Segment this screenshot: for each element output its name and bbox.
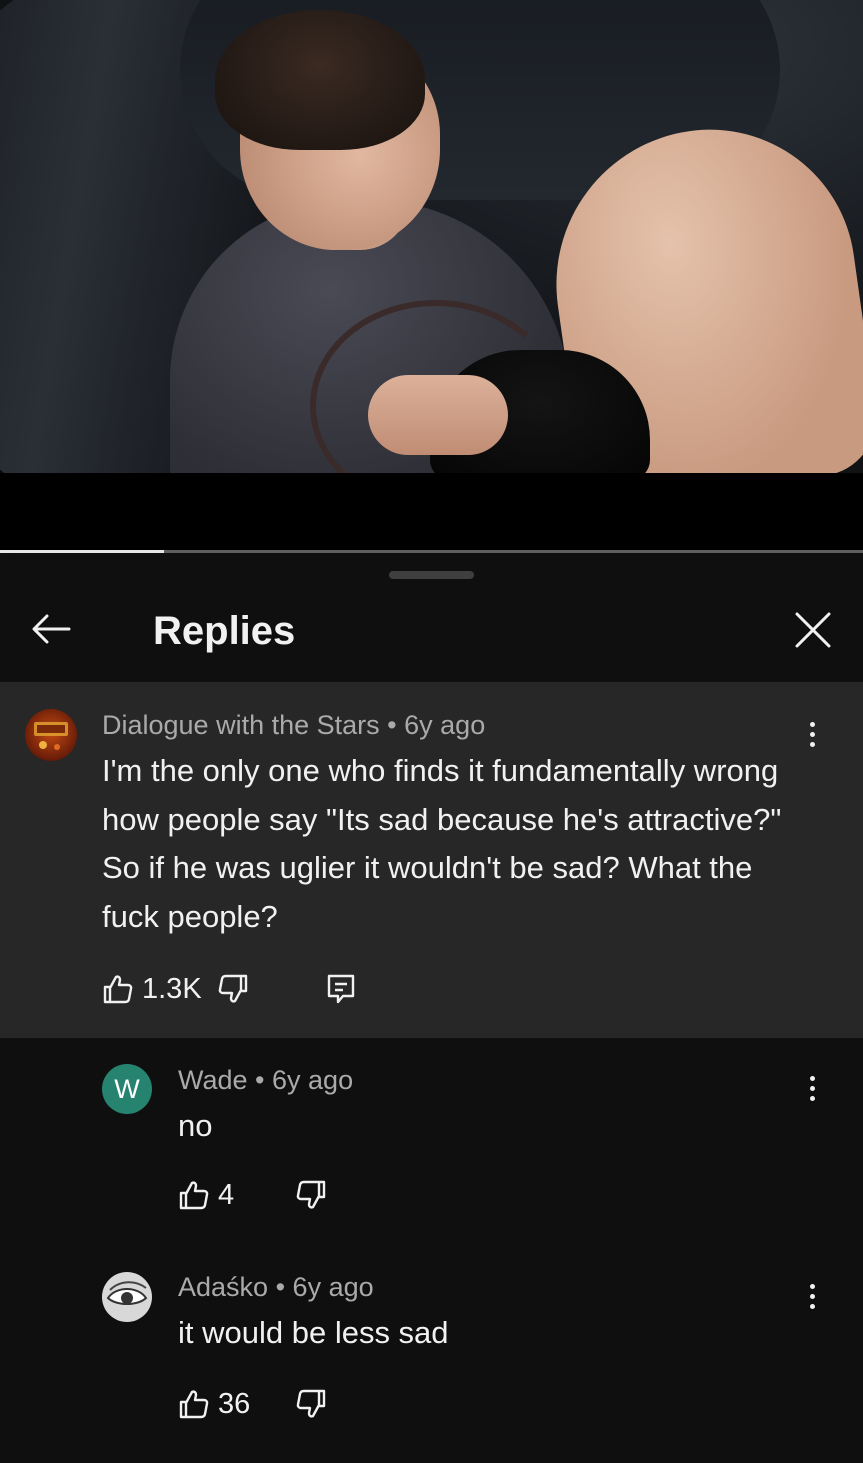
comment-text: I'm the only one who finds it fundamenta… xyxy=(102,753,782,934)
meta-separator: • xyxy=(387,710,397,740)
like-button[interactable]: 1.3K xyxy=(102,969,202,1009)
comment-age: 6y ago xyxy=(272,1065,354,1095)
like-button[interactable]: 36 xyxy=(178,1384,250,1424)
thumbs-up-icon xyxy=(179,1390,209,1419)
like-button[interactable]: 4 xyxy=(178,1175,234,1215)
thumbs-down-icon xyxy=(296,1389,326,1418)
dislike-button[interactable] xyxy=(295,1175,327,1215)
drag-handle[interactable] xyxy=(389,571,474,579)
replies-panel: Replies Dialogue with the Stars • 6y ago… xyxy=(0,557,863,1463)
video-player[interactable] xyxy=(0,0,863,553)
comment-author[interactable]: Wade xyxy=(178,1065,248,1095)
comment-meta: Adaśko • 6y ago xyxy=(178,1272,374,1303)
thumbs-up-icon xyxy=(103,975,133,1004)
comment-age: 6y ago xyxy=(292,1272,374,1302)
dot-icon xyxy=(809,721,815,727)
comment-author[interactable]: Dialogue with the Stars xyxy=(102,710,380,740)
like-count: 1.3K xyxy=(142,972,202,1005)
video-progress-fill xyxy=(0,550,164,553)
meta-separator: • xyxy=(255,1065,265,1095)
close-icon xyxy=(795,612,831,648)
comment-text: it would be less sad xyxy=(178,1315,449,1350)
arrow-left-icon xyxy=(32,614,71,644)
dot-icon xyxy=(809,1303,815,1309)
back-button[interactable] xyxy=(28,609,74,649)
dot-icon xyxy=(809,1283,815,1289)
more-options-button[interactable] xyxy=(802,1068,822,1108)
comment-text: no xyxy=(178,1108,213,1143)
dislike-button[interactable] xyxy=(295,1384,327,1424)
close-button[interactable] xyxy=(790,607,836,653)
thumbs-down-icon xyxy=(218,974,248,1003)
dot-icon xyxy=(809,1095,815,1101)
more-options-button[interactable] xyxy=(802,1276,822,1316)
channel-logo-icon xyxy=(34,722,68,750)
comment-meta: Dialogue with the Stars • 6y ago xyxy=(102,710,485,741)
comment-meta: Wade • 6y ago xyxy=(178,1065,353,1096)
comment-age: 6y ago xyxy=(404,710,486,740)
page-title: Replies xyxy=(153,609,296,653)
meta-separator: • xyxy=(275,1272,286,1302)
reply-button[interactable] xyxy=(325,969,357,1009)
avatar[interactable] xyxy=(25,709,77,761)
dot-icon xyxy=(809,1085,815,1091)
video-progress-bar[interactable] xyxy=(0,550,863,553)
like-count: 36 xyxy=(218,1387,251,1420)
reply-icon xyxy=(327,974,355,1004)
avatar[interactable] xyxy=(102,1272,152,1322)
eye-logo-icon xyxy=(106,1281,148,1305)
video-frame xyxy=(0,0,863,473)
panel-header: Replies xyxy=(0,587,863,682)
thumbs-up-icon xyxy=(179,1181,209,1210)
avatar[interactable]: W xyxy=(102,1064,152,1114)
comment-author[interactable]: Adaśko xyxy=(178,1272,268,1302)
dislike-button[interactable] xyxy=(217,969,249,1009)
more-options-button[interactable] xyxy=(802,714,822,754)
dot-icon xyxy=(809,1075,815,1081)
like-count: 4 xyxy=(218,1178,235,1211)
parent-comment: Dialogue with the Stars • 6y ago I'm the… xyxy=(0,682,863,1038)
dot-icon xyxy=(809,1293,815,1299)
avatar-letter: W xyxy=(114,1073,140,1104)
thumbs-down-icon xyxy=(296,1180,326,1209)
dot-icon xyxy=(809,731,815,737)
dot-icon xyxy=(809,741,815,747)
